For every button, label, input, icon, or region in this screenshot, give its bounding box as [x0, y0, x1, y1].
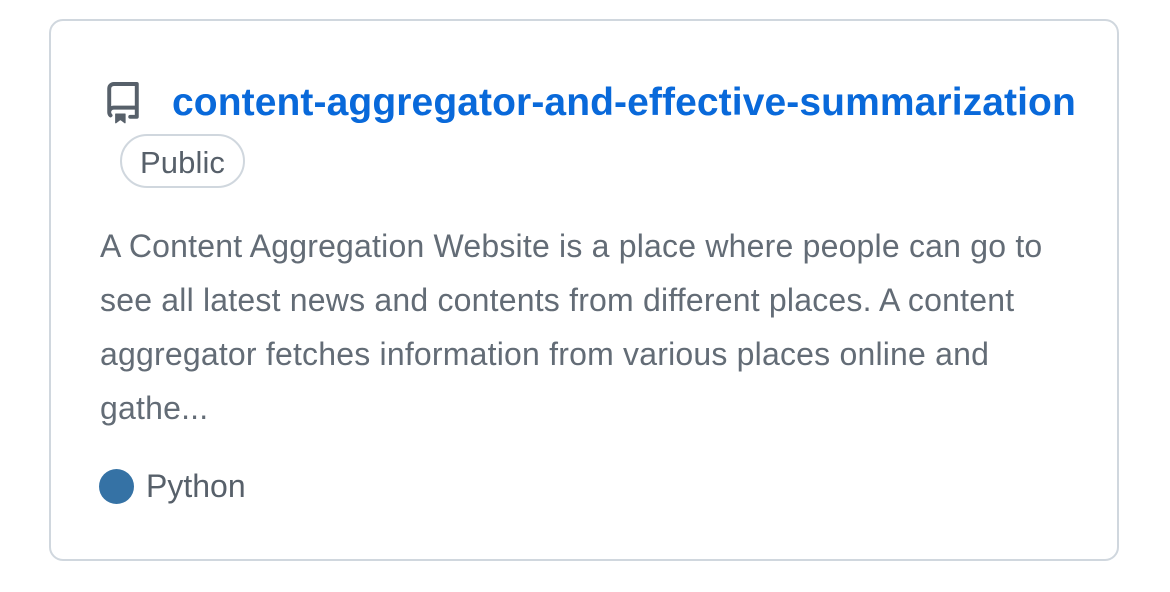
repo-title: content-aggregator-and-effective-summari… [100, 72, 1080, 196]
visibility-badge: Public [120, 134, 246, 188]
repo-name-link[interactable]: content-aggregator-and-effective-summari… [172, 81, 1076, 124]
language-name: Python [146, 467, 246, 504]
repo-description: A Content Aggregation Website is a place… [100, 228, 1043, 426]
repo-meta: Python [99, 463, 246, 509]
language-color-dot [99, 468, 134, 504]
